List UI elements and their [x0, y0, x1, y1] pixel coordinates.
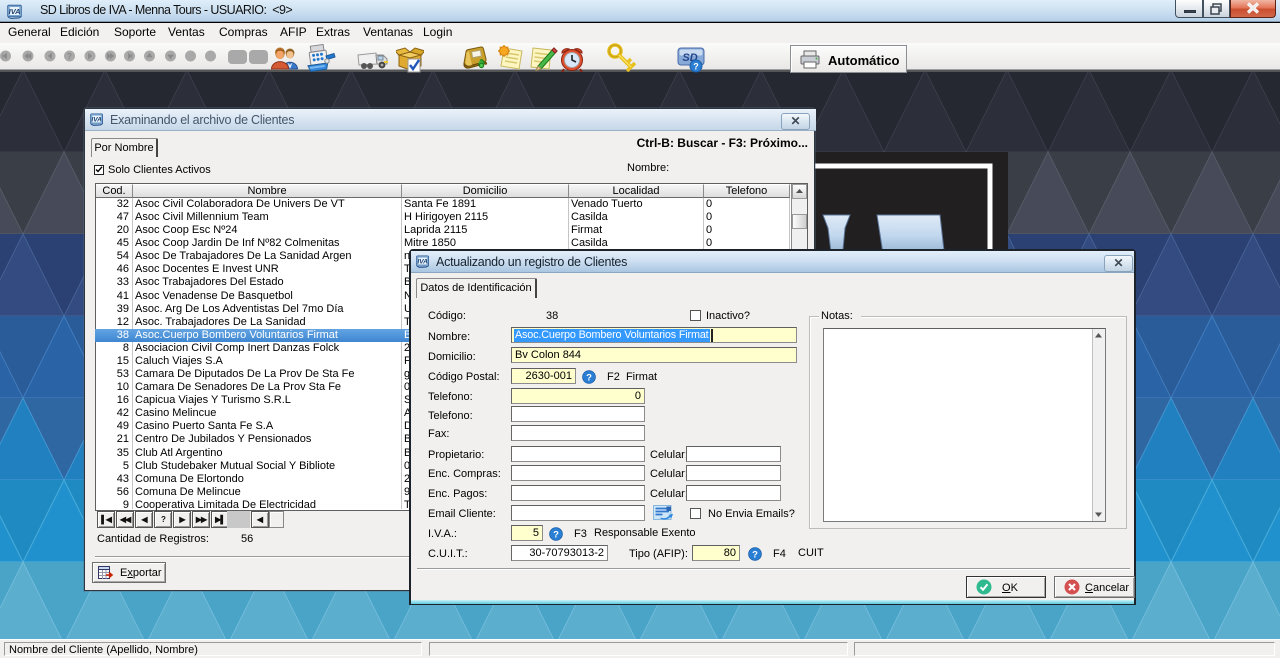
- svg-text:?: ?: [67, 52, 72, 61]
- svg-text:IVA: IVA: [91, 117, 102, 124]
- svg-text:IVA: IVA: [417, 259, 428, 266]
- svg-text:?: ?: [752, 549, 758, 560]
- svg-text:?: ?: [693, 62, 699, 72]
- svg-text:?: ?: [586, 372, 592, 383]
- svg-text:?: ?: [553, 529, 559, 540]
- svg-text:IVA: IVA: [9, 7, 21, 16]
